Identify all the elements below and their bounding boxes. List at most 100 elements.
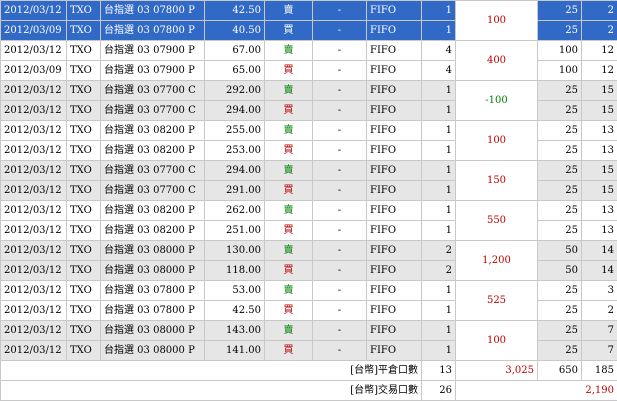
trade-date: 2012/03/12 <box>1 281 67 301</box>
trade-row[interactable]: 2012/03/12TXO台指選 03 07800 P42.50賣-FIFO11… <box>1 1 617 21</box>
side-sell: 賣 <box>265 281 313 301</box>
trade-qty: 1 <box>422 281 456 301</box>
trade-option: 台指選 03 08000 P <box>101 241 205 261</box>
trade-row[interactable]: 2012/03/12TXO台指選 03 07800 P53.00賣-FIFO15… <box>1 281 617 301</box>
trade-c1: 50 <box>538 261 582 281</box>
trade-c2: 13 <box>582 201 617 221</box>
trade-code: TXO <box>67 21 101 41</box>
side-buy: 買 <box>265 261 313 281</box>
trade-row[interactable]: 2012/03/12TXO台指選 03 08200 P255.00賣-FIFO1… <box>1 121 617 141</box>
trade-qty: 2 <box>422 261 456 281</box>
trade-code: TXO <box>67 321 101 341</box>
trade-price: 251.00 <box>205 221 265 241</box>
side-buy: 買 <box>265 141 313 161</box>
trade-date: 2012/03/12 <box>1 141 67 161</box>
trade-qty: 1 <box>422 81 456 101</box>
trade-c1: 25 <box>538 21 582 41</box>
close-c2-total: 185 <box>582 361 617 381</box>
trade-date: 2012/03/12 <box>1 221 67 241</box>
trade-price: 253.00 <box>205 141 265 161</box>
trade-dash: - <box>313 181 367 201</box>
trade-dash: - <box>313 241 367 261</box>
trade-c2: 15 <box>582 161 617 181</box>
trade-method: FIFO <box>367 241 422 261</box>
trade-method: FIFO <box>367 81 422 101</box>
trade-method: FIFO <box>367 341 422 361</box>
trade-qty: 4 <box>422 61 456 81</box>
side-buy: 買 <box>265 301 313 321</box>
trade-option: 台指選 03 08000 P <box>101 321 205 341</box>
trade-c2: 13 <box>582 141 617 161</box>
trade-code: TXO <box>67 141 101 161</box>
trade-table: 2012/03/12TXO台指選 03 07800 P42.50賣-FIFO11… <box>0 0 617 401</box>
trade-method: FIFO <box>367 1 422 21</box>
trade-dash: - <box>313 161 367 181</box>
side-buy: 買 <box>265 181 313 201</box>
trade-dash: - <box>313 21 367 41</box>
trade-qty-value: 26 <box>422 381 456 401</box>
trade-dash: - <box>313 41 367 61</box>
trade-method: FIFO <box>367 101 422 121</box>
trade-qty: 1 <box>422 301 456 321</box>
trade-row[interactable]: 2012/03/12TXO台指選 03 08000 P143.00賣-FIFO1… <box>1 321 617 341</box>
trade-qty: 1 <box>422 21 456 41</box>
trade-c2: 3 <box>582 281 617 301</box>
close-c1-total: 650 <box>538 361 582 381</box>
trade-row[interactable]: 2012/03/12TXO台指選 03 07700 C292.00賣-FIFO1… <box>1 81 617 101</box>
trade-qty: 1 <box>422 1 456 21</box>
trade-price: 294.00 <box>205 161 265 181</box>
trade-option: 台指選 03 07800 P <box>101 21 205 41</box>
trade-price: 130.00 <box>205 241 265 261</box>
trade-method: FIFO <box>367 321 422 341</box>
side-buy: 買 <box>265 221 313 241</box>
trade-c1: 25 <box>538 341 582 361</box>
trade-qty: 2 <box>422 241 456 261</box>
trade-row[interactable]: 2012/03/12TXO台指選 03 07900 P67.00賣-FIFO44… <box>1 41 617 61</box>
trade-qty: 1 <box>422 101 456 121</box>
trade-price: 42.50 <box>205 1 265 21</box>
trade-total-value: 2,190 <box>456 381 617 401</box>
trade-date: 2012/03/12 <box>1 101 67 121</box>
trade-code: TXO <box>67 161 101 181</box>
trade-price: 255.00 <box>205 121 265 141</box>
pair-profit-loss: 100 <box>456 1 538 41</box>
trade-dash: - <box>313 281 367 301</box>
trade-c1: 25 <box>538 161 582 181</box>
trade-date: 2012/03/12 <box>1 181 67 201</box>
trade-code: TXO <box>67 181 101 201</box>
trade-row[interactable]: 2012/03/12TXO台指選 03 07700 C294.00賣-FIFO1… <box>1 161 617 181</box>
trade-method: FIFO <box>367 141 422 161</box>
trade-price: 118.00 <box>205 261 265 281</box>
trade-code: TXO <box>67 121 101 141</box>
trade-dash: - <box>313 221 367 241</box>
trade-rows: 2012/03/12TXO台指選 03 07800 P42.50賣-FIFO11… <box>1 1 617 361</box>
trade-qty: 1 <box>422 201 456 221</box>
trade-dash: - <box>313 301 367 321</box>
trade-c2: 13 <box>582 221 617 241</box>
trade-code: TXO <box>67 61 101 81</box>
trade-price: 141.00 <box>205 341 265 361</box>
trade-date: 2012/03/12 <box>1 241 67 261</box>
side-buy: 買 <box>265 21 313 41</box>
trade-qty: 1 <box>422 321 456 341</box>
trade-price: 67.00 <box>205 41 265 61</box>
trade-date: 2012/03/12 <box>1 261 67 281</box>
trade-dash: - <box>313 61 367 81</box>
trade-code: TXO <box>67 81 101 101</box>
trade-code: TXO <box>67 101 101 121</box>
trade-c1: 25 <box>538 281 582 301</box>
pair-profit-loss: 100 <box>456 321 538 361</box>
trade-dash: - <box>313 321 367 341</box>
trade-date: 2012/03/12 <box>1 341 67 361</box>
trade-option: 台指選 03 07900 P <box>101 41 205 61</box>
trade-option: 台指選 03 07700 C <box>101 101 205 121</box>
pair-profit-loss: 550 <box>456 201 538 241</box>
trade-option: 台指選 03 08200 P <box>101 221 205 241</box>
trade-row[interactable]: 2012/03/12TXO台指選 03 08200 P262.00賣-FIFO1… <box>1 201 617 221</box>
close-qty-label: [台幣]平倉口數 <box>1 361 422 381</box>
trade-c2: 15 <box>582 181 617 201</box>
summary-trade-row: [台幣]交易口數 26 2,190 <box>1 381 617 401</box>
side-sell: 賣 <box>265 321 313 341</box>
trade-code: TXO <box>67 201 101 221</box>
trade-row[interactable]: 2012/03/12TXO台指選 03 08000 P130.00賣-FIFO2… <box>1 241 617 261</box>
